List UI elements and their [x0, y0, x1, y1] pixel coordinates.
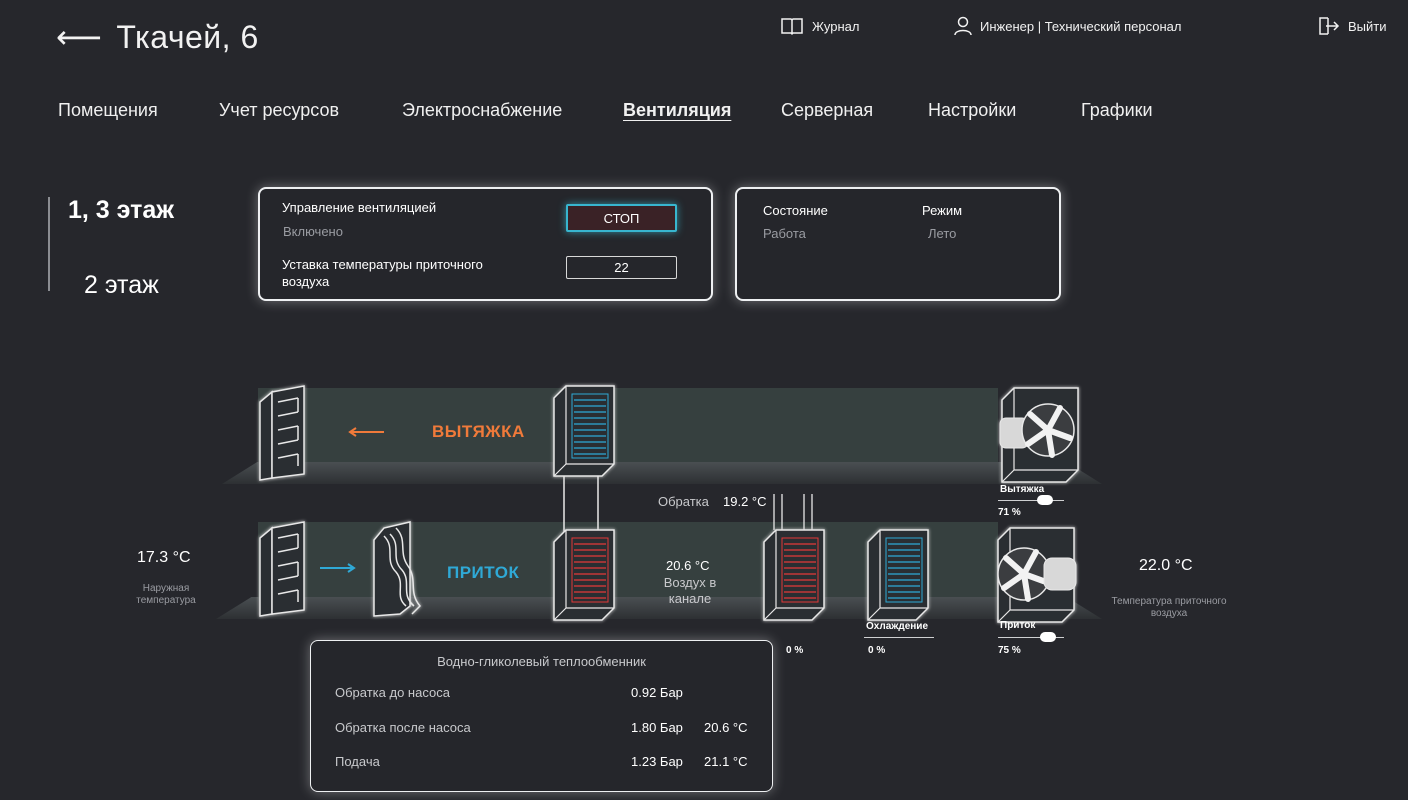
exchanger-row-temp: 21.1 °C	[704, 754, 748, 769]
supply-fan-label: Приток	[1000, 620, 1036, 631]
recovery-coil-supply	[553, 529, 615, 621]
heater-pct: 0 %	[786, 645, 804, 656]
supply-fan-icon	[997, 527, 1077, 623]
supply-grille	[259, 521, 305, 617]
exchanger-row-label: Подача	[335, 754, 380, 769]
cooling-pct: 0 %	[868, 645, 886, 656]
recovery-pipes	[563, 476, 599, 534]
supply-temp-value: 22.0 °C	[1139, 557, 1193, 574]
exhaust-fan-slider[interactable]	[998, 500, 1064, 501]
outdoor-temp-caption: Наружная температура	[136, 583, 196, 606]
exchanger-row-pressure: 1.80 Бар	[631, 720, 683, 735]
cooling-label: Охлаждение	[866, 621, 929, 632]
heater-pipes	[773, 494, 813, 530]
recovery-coil-exhaust	[553, 385, 615, 477]
cooling-coil	[867, 529, 929, 621]
exchanger-row-pressure: 0.92 Бар	[631, 685, 683, 700]
supply-arrow-icon	[320, 563, 356, 573]
exhaust-fan-icon	[999, 387, 1079, 483]
supply-fan-slider-knob[interactable]	[1039, 632, 1056, 642]
supply-label: ПРИТОК	[447, 563, 520, 582]
supply-temp-caption: Температура приточного воздуха	[1111, 596, 1227, 619]
exchanger-row-label: Обратка до насоса	[335, 685, 450, 700]
exchanger-row-pressure: 1.23 Бар	[631, 754, 683, 769]
return-label: Обратка	[658, 494, 709, 509]
exhaust-fan-pct: 71 %	[998, 507, 1021, 518]
exhaust-label: ВЫТЯЖКА	[432, 422, 525, 441]
exhaust-grille	[259, 385, 305, 481]
exchanger-row-label: Обратка после насоса	[335, 720, 471, 735]
exhaust-fan-slider-knob[interactable]	[1036, 495, 1053, 505]
supply-fan-pct: 75 %	[998, 645, 1021, 656]
cooling-underline	[864, 637, 934, 638]
heater-coil	[763, 529, 825, 621]
filter-icon	[373, 521, 422, 617]
exchanger-row-temp: 20.6 °C	[704, 720, 748, 735]
exhaust-arrow-icon	[348, 427, 384, 437]
return-value: 19.2 °C	[723, 494, 767, 509]
outdoor-temp-value: 17.3 °C	[137, 549, 191, 566]
exchanger-title: Водно-гликолевый теплообменник	[437, 654, 646, 669]
duct-temp-value: 20.6 °C	[666, 558, 710, 573]
duct-temp-caption: Воздух в канале	[663, 575, 717, 606]
exhaust-fan-label: Вытяжка	[1000, 484, 1045, 495]
